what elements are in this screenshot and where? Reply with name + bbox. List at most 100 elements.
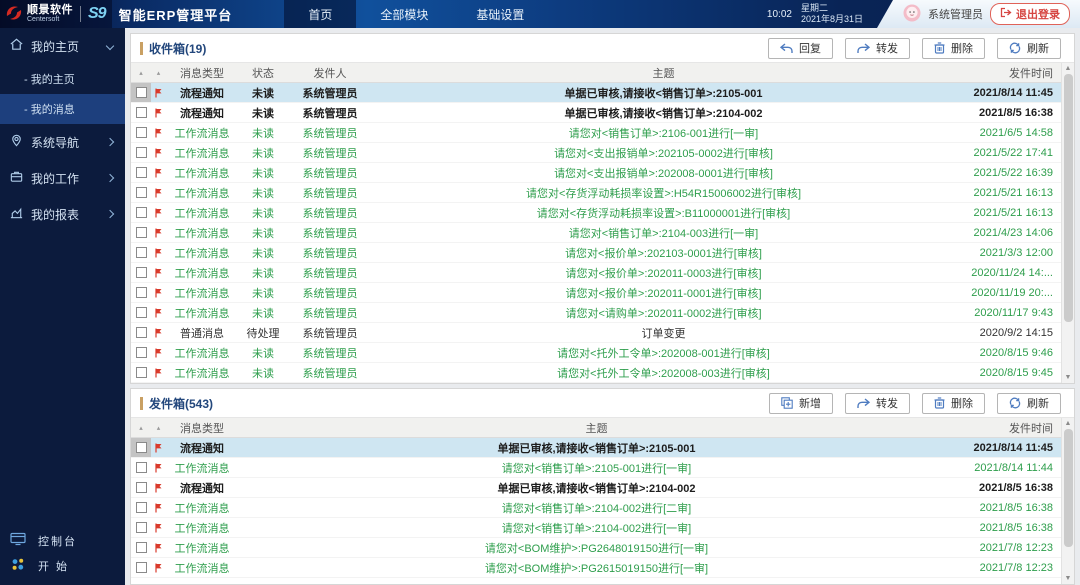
current-user[interactable]: 系统管理员 <box>928 6 983 22</box>
message-subject[interactable]: 请您对<报价单>:202011-0001进行[审核] <box>372 285 955 301</box>
row-checkbox[interactable] <box>136 167 147 178</box>
inbox-row[interactable]: 工作流消息 未读 系统管理员 请您对<托外工令单>:202008-003进行[审… <box>131 363 1061 383</box>
row-checkbox[interactable] <box>136 247 147 258</box>
scrollbar-thumb[interactable] <box>1064 429 1073 547</box>
col-message-type[interactable]: 消息类型 <box>166 420 238 436</box>
row-checkbox[interactable] <box>136 502 147 513</box>
start-button[interactable]: 开 始 <box>0 553 125 579</box>
inbox-row[interactable]: 工作流消息 未读 系统管理员 请您对<销售订单>:2106-001进行[一审] … <box>131 123 1061 143</box>
row-checkbox[interactable] <box>136 367 147 378</box>
outbox-row[interactable]: 工作流消息 请您对<BOM维护>:PG2615019150进行[一审] 2021… <box>131 558 1061 578</box>
sidebar-item-system-nav[interactable]: 系统导航 <box>0 124 125 160</box>
scrollbar-thumb[interactable] <box>1064 74 1073 322</box>
row-checkbox[interactable] <box>136 347 147 358</box>
row-checkbox[interactable] <box>136 87 147 98</box>
sidebar-item-my-work[interactable]: 我的工作 <box>0 160 125 196</box>
nav-item-all-modules[interactable]: 全部模块 <box>356 0 452 28</box>
sidebar-subitem-my-home[interactable]: 我的主页 <box>0 64 125 94</box>
col-subject[interactable]: 主题 <box>372 65 955 81</box>
message-subject[interactable]: 请您对<销售订单>:2105-001进行[一审] <box>238 460 955 476</box>
outbox-scrollbar[interactable]: ▲ ▼ <box>1061 418 1074 584</box>
inbox-row[interactable]: 工作流消息 未读 系统管理员 请您对<报价单>:202011-0001进行[审核… <box>131 283 1061 303</box>
col-send-time[interactable]: 发件时间 <box>955 420 1061 436</box>
forward-button[interactable]: 转发 <box>845 38 910 59</box>
row-checkbox[interactable] <box>136 107 147 118</box>
inbox-row[interactable]: 工作流消息 未读 系统管理员 请您对<存货浮动耗损率设置>:H54R150060… <box>131 183 1061 203</box>
row-checkbox[interactable] <box>136 562 147 573</box>
reply-button[interactable]: 回复 <box>768 38 833 59</box>
scroll-down-icon[interactable]: ▼ <box>1065 373 1072 382</box>
message-subject[interactable]: 请您对<存货浮动耗损率设置>:H54R15006002进行[审核] <box>372 185 955 201</box>
row-checkbox[interactable] <box>136 207 147 218</box>
message-subject[interactable]: 订单变更 <box>372 325 955 341</box>
scroll-down-icon[interactable]: ▼ <box>1065 574 1072 583</box>
inbox-row[interactable]: 工作流消息 未读 系统管理员 请您对<支出报销单>:202008-0001进行[… <box>131 163 1061 183</box>
message-subject[interactable]: 请您对<BOM维护>:PG2648019150进行[一审] <box>238 540 955 556</box>
row-checkbox[interactable] <box>136 187 147 198</box>
console-button[interactable]: 控制台 <box>0 528 125 553</box>
outbox-row[interactable]: 流程通知 单据已审核,请接收<销售订单>:2105-001 2021/8/14 … <box>131 438 1061 458</box>
inbox-row[interactable]: 普通消息 待处理 系统管理员 订单变更 2020/9/2 14:15 <box>131 323 1061 343</box>
col-message-type[interactable]: 消息类型 <box>166 65 238 81</box>
outbox-row[interactable]: 工作流消息 请您对<销售订单>:2104-002进行[一审] 2021/8/5 … <box>131 518 1061 538</box>
delete-button[interactable]: 删除 <box>922 38 985 59</box>
row-checkbox[interactable] <box>136 522 147 533</box>
add-button[interactable]: 新增 <box>769 393 833 414</box>
inbox-row[interactable]: 工作流消息 未读 系统管理员 请您对<托外工令单>:202008-001进行[审… <box>131 343 1061 363</box>
row-checkbox[interactable] <box>136 127 147 138</box>
message-subject[interactable]: 单据已审核,请接收<销售订单>:2104-002 <box>372 105 955 121</box>
message-subject[interactable]: 单据已审核,请接收<销售订单>:2104-002 <box>238 480 955 496</box>
sidebar-subitem-my-messages[interactable]: 我的消息 <box>0 94 125 124</box>
inbox-row[interactable]: 流程通知 未读 系统管理员 单据已审核,请接收<销售订单>:2104-002 2… <box>131 103 1061 123</box>
row-checkbox[interactable] <box>136 442 147 453</box>
user-avatar[interactable] <box>903 4 921 25</box>
nav-item-basic-settings[interactable]: 基础设置 <box>452 0 548 28</box>
delete-button[interactable]: 删除 <box>922 393 985 414</box>
message-subject[interactable]: 请您对<请购单>:202011-0002进行[审核] <box>372 305 955 321</box>
outbox-row[interactable]: 工作流消息 请您对<销售订单>:2105-001进行[一审] 2021/8/14… <box>131 458 1061 478</box>
outbox-row[interactable]: 工作流消息 请您对<BOM维护>:PG2648019150进行[一审] 2021… <box>131 538 1061 558</box>
sidebar-item-my-reports[interactable]: 我的报表 <box>0 196 125 232</box>
message-subject[interactable]: 请您对<存货浮动耗损率设置>:B11000001进行[审核] <box>372 205 955 221</box>
col-sender[interactable]: 发件人 <box>288 65 372 81</box>
message-subject[interactable]: 请您对<BOM维护>:PG2615019150进行[一审] <box>238 560 955 576</box>
inbox-row[interactable]: 工作流消息 未读 系统管理员 请您对<报价单>:202103-0001进行[审核… <box>131 243 1061 263</box>
sidebar-item-my-home[interactable]: 我的主页 <box>0 28 125 64</box>
row-checkbox[interactable] <box>136 307 147 318</box>
inbox-row[interactable]: 工作流消息 未读 系统管理员 请您对<支出报销单>:202105-0002进行[… <box>131 143 1061 163</box>
row-checkbox[interactable] <box>136 542 147 553</box>
inbox-row[interactable]: 流程通知 未读 系统管理员 单据已审核,请接收<销售订单>:2105-001 2… <box>131 83 1061 103</box>
refresh-button[interactable]: 刷新 <box>997 393 1061 414</box>
message-subject[interactable]: 单据已审核,请接收<销售订单>:2105-001 <box>372 85 955 101</box>
message-subject[interactable]: 请您对<报价单>:202103-0001进行[审核] <box>372 245 955 261</box>
inbox-row[interactable]: 工作流消息 未读 系统管理员 请您对<报价单>:202011-0003进行[审核… <box>131 263 1061 283</box>
inbox-row[interactable]: 工作流消息 未读 系统管理员 请您对<存货浮动耗损率设置>:B11000001进… <box>131 203 1061 223</box>
row-checkbox[interactable] <box>136 147 147 158</box>
col-send-time[interactable]: 发件时间 <box>955 65 1061 81</box>
row-checkbox[interactable] <box>136 287 147 298</box>
inbox-row[interactable]: 工作流消息 未读 系统管理员 请您对<销售订单>:2104-003进行[一审] … <box>131 223 1061 243</box>
message-subject[interactable]: 请您对<托外工令单>:202008-001进行[审核] <box>372 345 955 361</box>
row-checkbox[interactable] <box>136 462 147 473</box>
message-subject[interactable]: 请您对<支出报销单>:202008-0001进行[审核] <box>372 165 955 181</box>
row-checkbox[interactable] <box>136 482 147 493</box>
message-subject[interactable]: 请您对<托外工令单>:202008-003进行[审核] <box>372 365 955 381</box>
col-subject[interactable]: 主题 <box>238 420 955 436</box>
message-subject[interactable]: 请您对<销售订单>:2104-003进行[一审] <box>372 225 955 241</box>
nav-item-home[interactable]: 首页 <box>284 0 356 28</box>
message-subject[interactable]: 请您对<支出报销单>:202105-0002进行[审核] <box>372 145 955 161</box>
row-checkbox[interactable] <box>136 227 147 238</box>
row-checkbox[interactable] <box>136 327 147 338</box>
outbox-row[interactable]: 流程通知 单据已审核,请接收<销售订单>:2104-002 2021/8/5 1… <box>131 478 1061 498</box>
message-subject[interactable]: 请您对<报价单>:202011-0003进行[审核] <box>372 265 955 281</box>
message-subject[interactable]: 单据已审核,请接收<销售订单>:2105-001 <box>238 440 955 456</box>
forward-button[interactable]: 转发 <box>845 393 910 414</box>
logout-button[interactable]: 退出登录 <box>990 3 1070 25</box>
row-checkbox[interactable] <box>136 267 147 278</box>
message-subject[interactable]: 请您对<销售订单>:2104-002进行[一审] <box>238 520 955 536</box>
inbox-row[interactable]: 工作流消息 未读 系统管理员 请您对<请购单>:202011-0002进行[审核… <box>131 303 1061 323</box>
col-status[interactable]: 状态 <box>238 65 288 81</box>
outbox-row[interactable]: 工作流消息 请您对<销售订单>:2104-002进行[二审] 2021/8/5 … <box>131 498 1061 518</box>
scroll-up-icon[interactable]: ▲ <box>1065 64 1072 73</box>
inbox-scrollbar[interactable]: ▲ ▼ <box>1061 63 1074 383</box>
